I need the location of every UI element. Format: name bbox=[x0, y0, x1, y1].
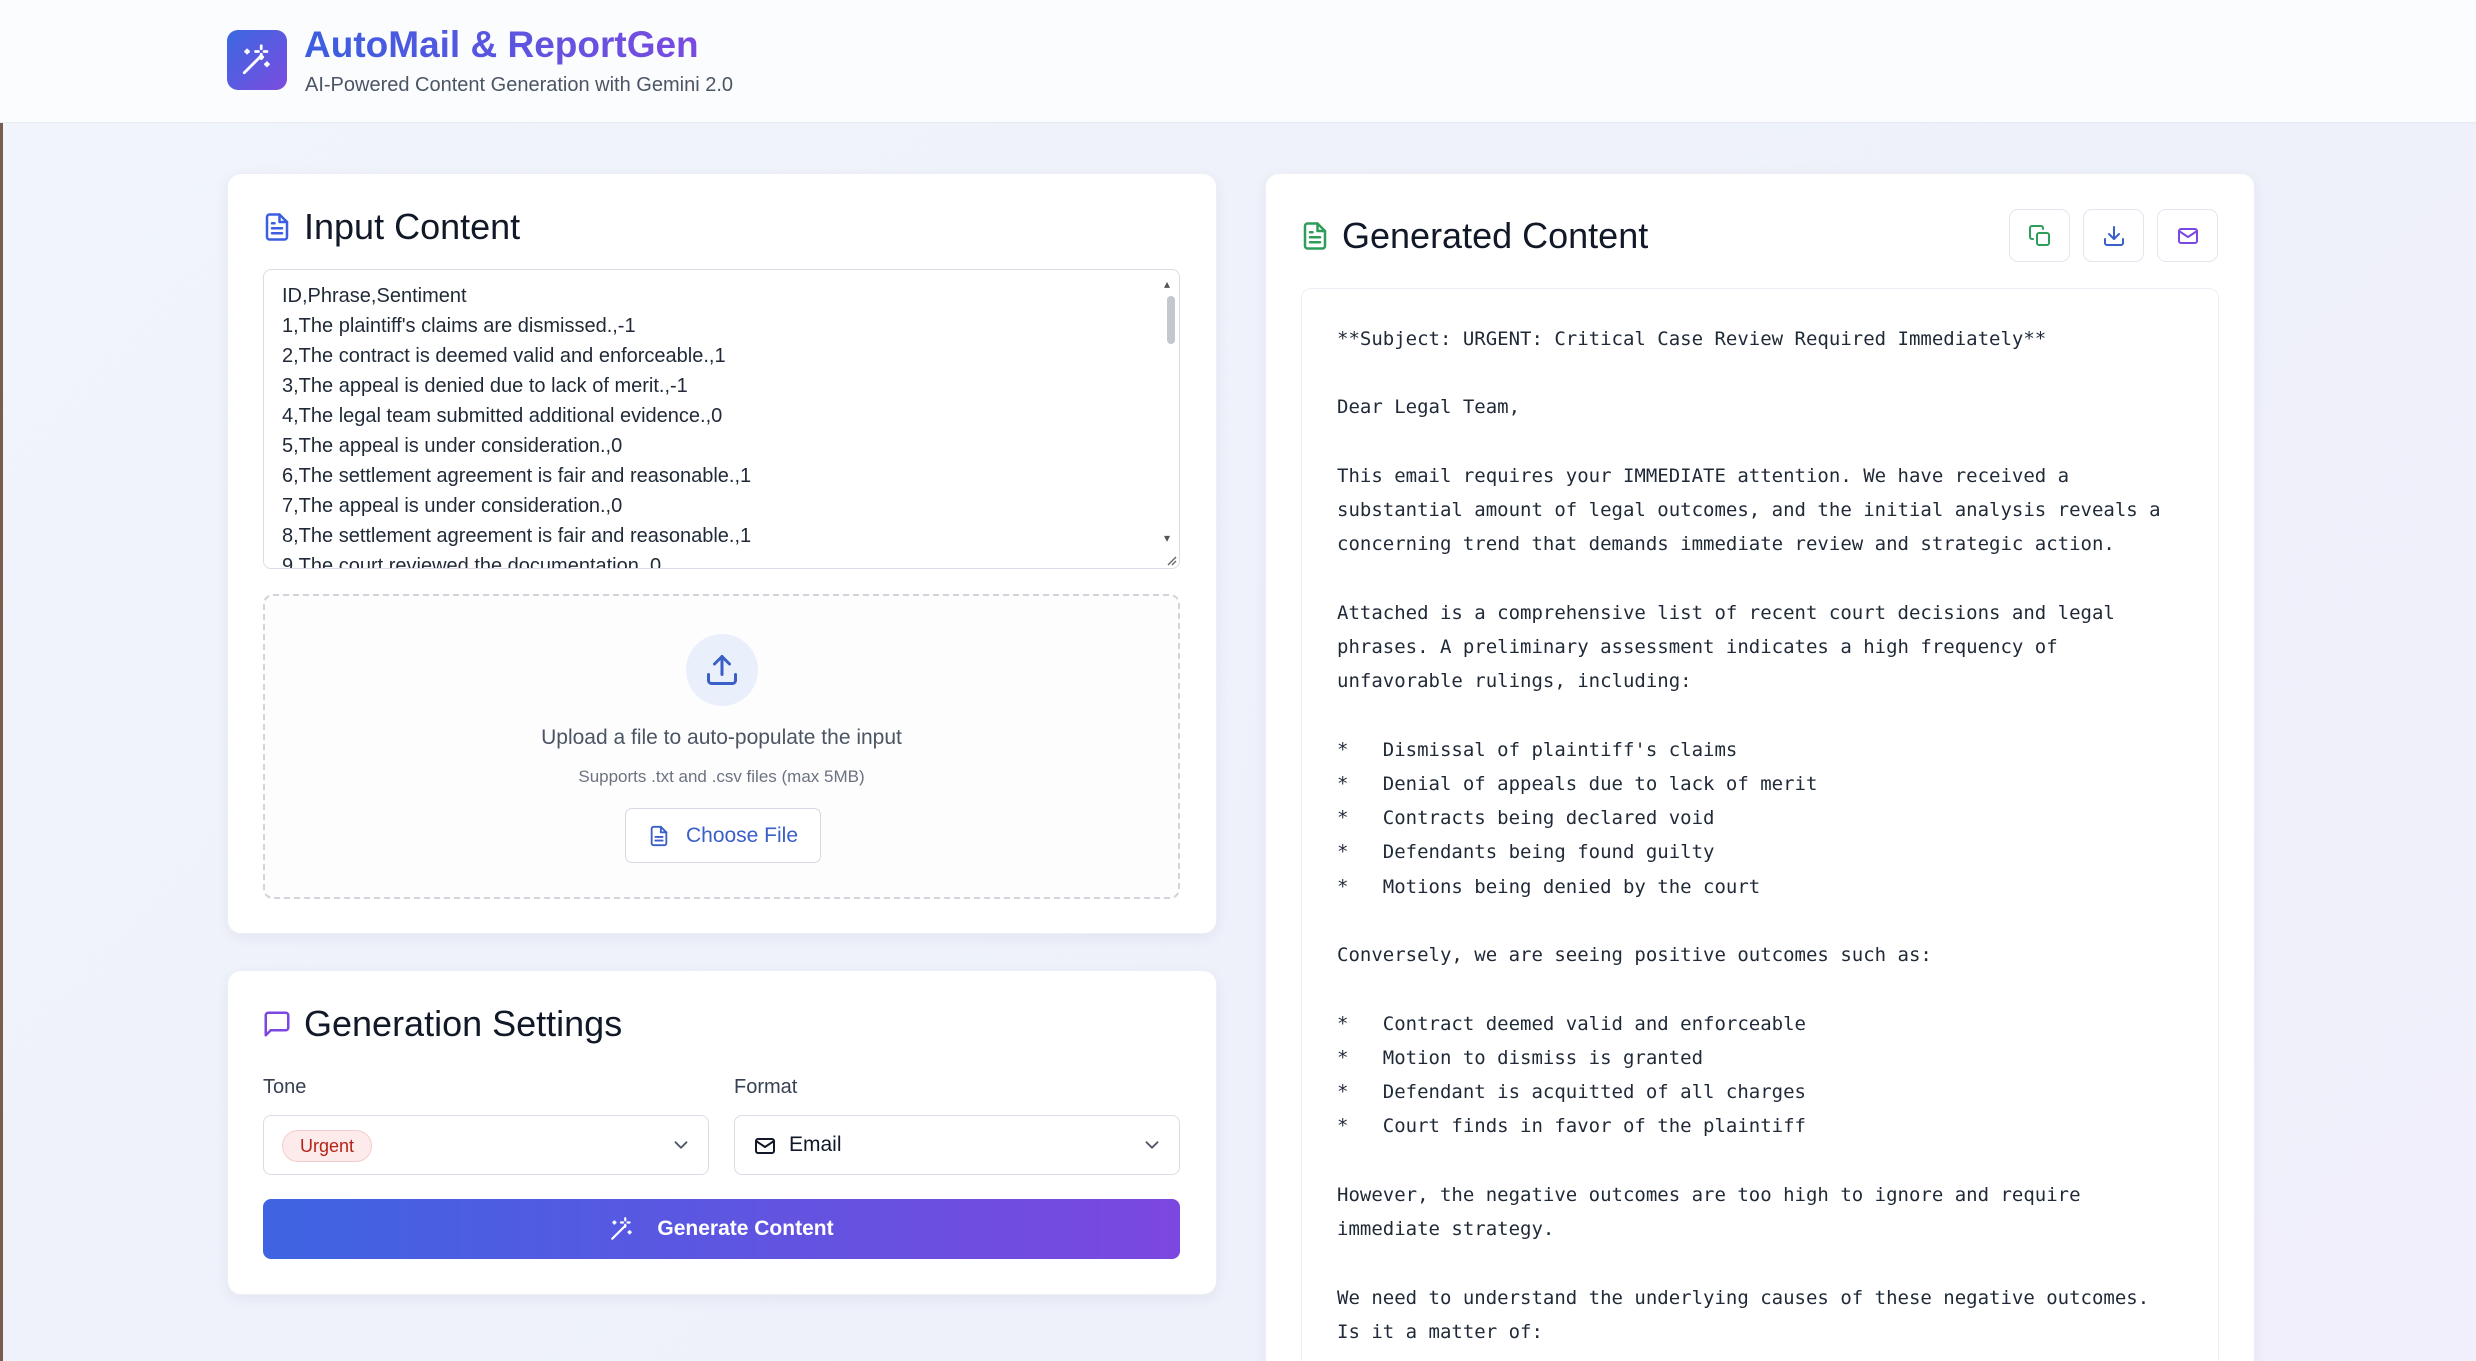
output-line: Dear Legal Team, bbox=[1337, 396, 1521, 418]
textarea-line: 6,The settlement agreement is fair and r… bbox=[282, 465, 752, 487]
upload-instruction: Upload a file to auto-populate the input bbox=[541, 726, 902, 749]
output-line: Attached is a comprehensive list of rece… bbox=[1337, 602, 2115, 624]
upload-icon bbox=[707, 655, 737, 685]
app-title: AutoMail & ReportGen bbox=[304, 24, 699, 65]
tone-badge: Urgent bbox=[282, 1130, 373, 1162]
upload-icon-container bbox=[686, 634, 758, 706]
chevron-down-icon bbox=[674, 1141, 688, 1149]
mail-icon bbox=[2177, 227, 2198, 244]
copy-icon bbox=[2028, 224, 2050, 246]
format-value: Email bbox=[789, 1133, 842, 1156]
output-line: * Motion to dismiss is granted bbox=[1337, 1047, 1704, 1069]
output-line: unfavorable rulings, including: bbox=[1337, 670, 1692, 692]
output-line: * Defendant is acquitted of all charges bbox=[1337, 1081, 1806, 1103]
tone-select[interactable]: Urgent bbox=[263, 1115, 709, 1175]
download-icon bbox=[2103, 225, 2124, 246]
upload-hint: Supports .txt and .csv files (max 5MB) bbox=[578, 767, 865, 786]
textarea-line: 9,The court reviewed the documentation.,… bbox=[282, 555, 662, 569]
output-line: * Defendants being found guilty bbox=[1337, 841, 1715, 863]
output-line: Conversely, we are seeing positive outco… bbox=[1337, 944, 1932, 966]
textarea-line: ID,Phrase,Sentiment bbox=[282, 285, 467, 307]
generation-settings-title: Generation Settings bbox=[304, 1003, 623, 1044]
magic-wand-icon bbox=[611, 1217, 633, 1240]
output-line: immediate strategy. bbox=[1337, 1218, 1555, 1240]
output-line: * Denial of appeals due to lack of merit bbox=[1337, 773, 1818, 795]
generated-content-title: Generated Content bbox=[1342, 215, 1649, 256]
textarea-line: 2,The contract is deemed valid and enfor… bbox=[282, 345, 726, 367]
window-edge bbox=[0, 0, 3, 1361]
generate-content-button[interactable]: Generate Content bbox=[263, 1199, 1180, 1259]
output-line: However, the negative outcomes are too h… bbox=[1337, 1184, 2081, 1206]
output-line: **Subject: URGENT: Critical Case Review … bbox=[1337, 328, 2047, 350]
input-content-title: Input Content bbox=[304, 206, 521, 247]
output-line: We need to understand the underlying cau… bbox=[1337, 1287, 2150, 1309]
copy-button[interactable] bbox=[2009, 209, 2070, 262]
input-textarea[interactable]: ID,Phrase,Sentiment 1,The plaintiff's cl… bbox=[263, 269, 1180, 569]
output-line: This email requires your IMMEDIATE atten… bbox=[1337, 465, 2070, 487]
format-label: Format bbox=[734, 1076, 798, 1098]
output-line: substantial amount of legal outcomes, an… bbox=[1337, 499, 2161, 521]
file-upload-dropzone[interactable]: Upload a file to auto-populate the input… bbox=[263, 594, 1180, 899]
tone-label: Tone bbox=[263, 1076, 307, 1098]
textarea-scrollbar[interactable]: ▴ ▾ bbox=[1163, 278, 1177, 558]
choose-file-button[interactable]: Choose File bbox=[625, 808, 821, 863]
document-icon bbox=[265, 213, 289, 241]
chevron-down-icon bbox=[1145, 1141, 1159, 1149]
output-line: Is it a matter of: bbox=[1337, 1321, 1543, 1343]
app-header: AutoMail & ReportGen AI-Powered Content … bbox=[0, 0, 2476, 123]
resize-handle-icon[interactable] bbox=[1163, 552, 1177, 566]
message-square-icon bbox=[264, 1011, 290, 1037]
output-line: * Contract deemed valid and enforceable bbox=[1337, 1013, 1806, 1035]
mail-icon bbox=[755, 1138, 775, 1154]
scroll-up-arrow-icon[interactable]: ▴ bbox=[1164, 278, 1170, 290]
output-line: * Contracts being declared void bbox=[1337, 807, 1715, 829]
file-icon bbox=[650, 825, 668, 846]
scrollbar-thumb[interactable] bbox=[1167, 296, 1175, 344]
format-select[interactable]: Email bbox=[734, 1115, 1180, 1175]
generated-content-output: **Subject: URGENT: Critical Case Review … bbox=[1301, 288, 2219, 1361]
output-line: phrases. A preliminary assessment indica… bbox=[1337, 636, 2058, 658]
output-line: * Dismissal of plaintiff's claims bbox=[1337, 739, 1738, 761]
textarea-line: 8,The settlement agreement is fair and r… bbox=[282, 525, 752, 547]
document-text-icon bbox=[1303, 222, 1327, 250]
output-line: * Court finds in favor of the plaintiff bbox=[1337, 1115, 1806, 1137]
app-logo bbox=[227, 30, 287, 90]
download-button[interactable] bbox=[2083, 209, 2144, 262]
textarea-line: 1,The plaintiff's claims are dismissed.,… bbox=[282, 315, 636, 337]
output-line: * Motions being denied by the court bbox=[1337, 876, 1761, 898]
choose-file-label: Choose File bbox=[685, 823, 799, 847]
textarea-line: 3,The appeal is denied due to lack of me… bbox=[282, 375, 688, 397]
textarea-line: 7,The appeal is under consideration.,0 bbox=[282, 495, 623, 517]
scroll-down-arrow-icon[interactable]: ▾ bbox=[1164, 532, 1170, 544]
generate-content-label: Generate Content bbox=[657, 1217, 834, 1240]
output-line: concerning trend that demands immediate … bbox=[1337, 533, 2115, 555]
email-button[interactable] bbox=[2157, 209, 2218, 262]
app-subtitle: AI-Powered Content Generation with Gemin… bbox=[305, 74, 733, 96]
magic-wand-icon bbox=[242, 44, 270, 75]
textarea-line: 4,The legal team submitted additional ev… bbox=[282, 405, 723, 427]
textarea-line: 5,The appeal is under consideration.,0 bbox=[282, 435, 623, 457]
